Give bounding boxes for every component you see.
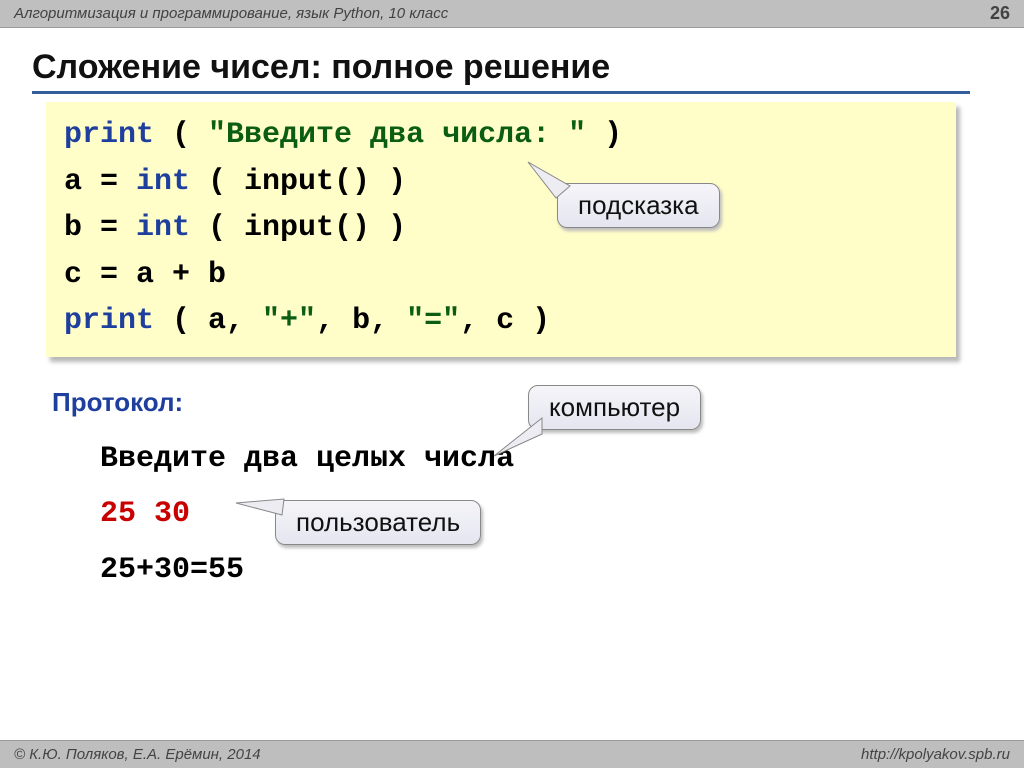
callout-hint: подсказка (557, 183, 720, 228)
code-line-1: print ( "Введите два числа: " ) (64, 112, 938, 159)
callout-computer-label: компьютер (549, 392, 680, 422)
callout-computer: компьютер (528, 385, 701, 430)
string-literal: "Введите два числа: " (208, 118, 586, 152)
code-line-4: c = a + b (64, 252, 938, 299)
page-number: 26 (990, 3, 1010, 24)
string-literal: "=" (406, 304, 460, 338)
protocol-line-prompt: Введите два целых числа (100, 432, 1024, 488)
code-text: ( a, (154, 304, 262, 338)
callout-user: пользователь (275, 500, 481, 545)
keyword-print: print (64, 304, 154, 338)
code-text: ( (154, 118, 208, 152)
callout-user-label: пользователь (296, 507, 460, 537)
callout-hint-label: подсказка (578, 190, 699, 220)
keyword-int: int (136, 165, 190, 199)
callout-tail-icon (236, 495, 291, 525)
slide-title: Сложение чисел: полное решение (32, 48, 970, 94)
header-bar: Алгоритмизация и программирование, язык … (0, 0, 1024, 28)
code-block: print ( "Введите два числа: " ) a = int … (46, 102, 956, 357)
subject-text: Алгоритмизация и программирование, язык … (14, 5, 448, 22)
code-text: , b, (316, 304, 406, 338)
code-text: ( input() ) (190, 211, 406, 245)
code-line-2: a = int ( input() ) (64, 159, 938, 206)
code-line-3: b = int ( input() ) (64, 205, 938, 252)
code-text: , c ) (460, 304, 550, 338)
footer-url: http://kpolyakov.spb.ru (861, 746, 1010, 763)
callout-tail-icon (494, 414, 554, 459)
footer-bar: © К.Ю. Поляков, Е.А. Ерёмин, 2014 http:/… (0, 740, 1024, 768)
protocol-line-output: 25+30=55 (100, 543, 1024, 599)
code-text: b = (64, 211, 136, 245)
code-line-5: print ( a, "+", b, "=", c ) (64, 298, 938, 345)
keyword-print: print (64, 118, 154, 152)
footer-copyright: © К.Ю. Поляков, Е.А. Ерёмин, 2014 (14, 746, 261, 763)
string-literal: "+" (262, 304, 316, 338)
keyword-int: int (136, 211, 190, 245)
code-text: a = (64, 165, 136, 199)
code-text: ( input() ) (190, 165, 406, 199)
code-text: ) (586, 118, 622, 152)
callout-tail-icon (528, 162, 578, 202)
